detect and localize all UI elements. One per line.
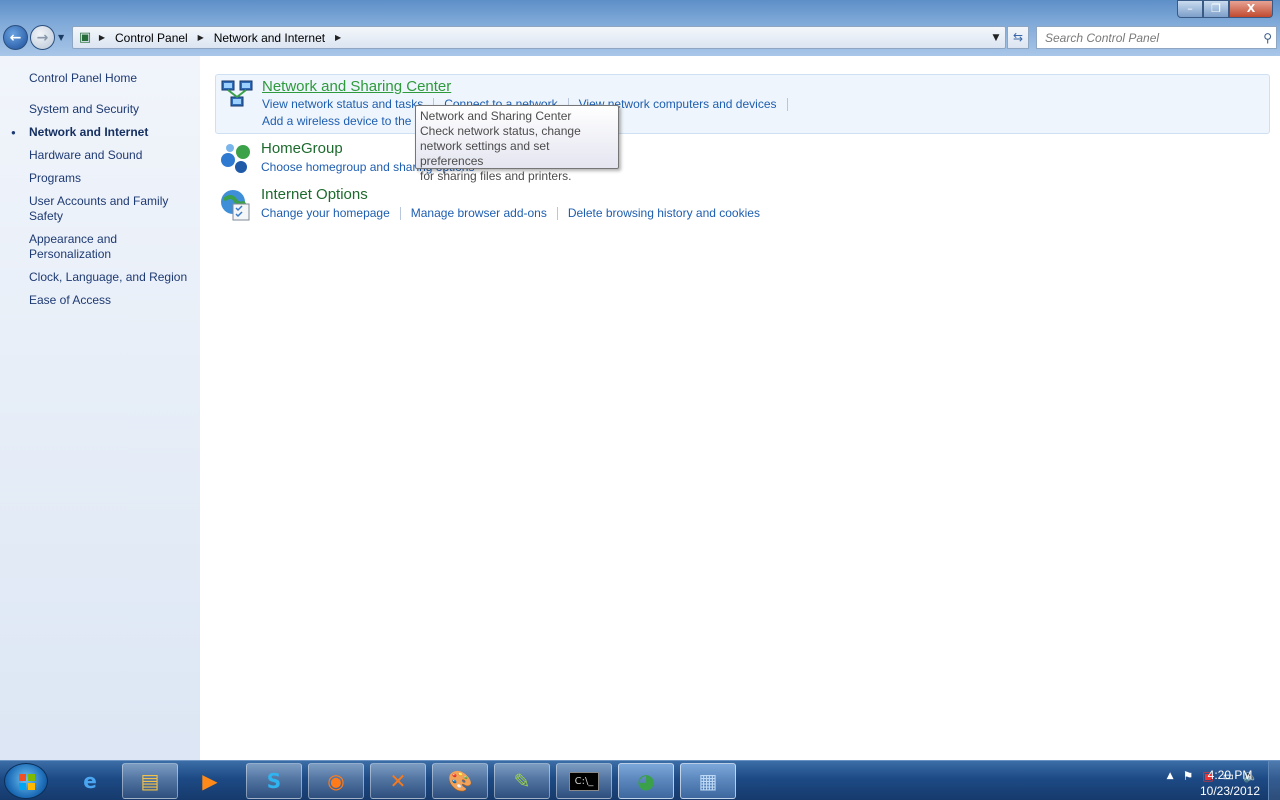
refresh-icon: ⇆ [1012,30,1024,44]
tooltip-title: Network and Sharing Center [420,109,572,123]
paint-icon: 🎨 [447,769,473,793]
sidebar-item-programs[interactable]: Programs [29,171,194,186]
taskbar-firefox[interactable]: ◉ [308,763,364,799]
taskbar-internet-explorer[interactable]: e [62,763,118,799]
taskbar-notepad-plus-plus[interactable]: ✎ [494,763,550,799]
category-network-and-sharing-center[interactable]: Network and Sharing Center View network … [215,74,1270,134]
taskbar-control-panel[interactable]: ▦ [680,763,736,799]
chevron-right-icon[interactable]: ▶ [95,33,109,42]
taskbar-network-app[interactable]: ◕ [618,763,674,799]
notepad-plus-plus-icon: ✎ [513,769,531,793]
minimize-button[interactable]: – [1177,0,1203,18]
clock[interactable]: 4:20 PM 10/23/2012 [1196,767,1264,799]
forward-button[interactable]: → [30,25,55,50]
control-panel-home-link[interactable]: Control Panel Home [29,71,194,85]
taskbar-command-prompt[interactable]: C:\_ [556,763,612,799]
show-hidden-icons-icon[interactable]: ▲ [1167,771,1174,781]
clock-date: 10/23/2012 [1199,784,1261,798]
close-button[interactable]: X [1229,0,1273,18]
back-arrow-icon: ← [9,29,22,46]
sidebar-item-system-and-security[interactable]: System and Security [29,102,194,117]
address-dropdown-icon[interactable]: ▼ [987,33,1005,43]
action-center-flag-icon[interactable]: ⚑ [1183,769,1194,783]
taskbar-skype[interactable]: S [246,763,302,799]
change-homepage-link[interactable]: Change your homepage [261,206,390,220]
chevron-right-icon[interactable]: ▶ [194,33,208,42]
chevron-right-icon[interactable]: ▶ [331,33,345,42]
sidebar-item-appearance[interactable]: Appearance and Personalization [29,232,194,262]
taskbar-windows-explorer[interactable]: ▤ [122,763,178,799]
window-controls: – ❐ X [1177,0,1273,18]
clock-time: 4:20 PM [1207,768,1253,782]
show-desktop-button[interactable] [1268,761,1280,800]
restore-button[interactable]: ❐ [1203,0,1229,18]
tooltip-line: Check network status, change [420,124,581,138]
left-pane: Control Panel Home System and Security N… [0,56,200,760]
forward-arrow-icon: → [36,29,49,46]
search-icon[interactable]: ⚲ [1263,31,1272,45]
taskbar: e ▤ ▶ S ◉ ✕ 🎨 ✎ C:\_ ◕ ▦ ▲ ⚑ ▣ ▭ 🔈 4:20 … [0,760,1280,800]
link-separator [399,207,401,220]
search-input[interactable] [1045,30,1255,45]
homegroup-icon [221,144,250,173]
xampp-icon: ✕ [389,769,407,793]
taskbar-xampp[interactable]: ✕ [370,763,426,799]
refresh-button[interactable]: ⇆ [1007,26,1029,49]
manage-addons-link[interactable]: Manage browser add-ons [411,206,547,220]
internet-options-links: Change your homepage Manage browser add-… [261,206,760,220]
firefox-icon: ◉ [327,769,345,793]
network-app-icon: ◕ [637,769,655,793]
main-content: Network and Sharing Center View network … [200,56,1280,760]
media-player-icon: ▶ [202,769,218,793]
taskbar-paint[interactable]: 🎨 [432,763,488,799]
control-panel-icon: ▣ [78,29,92,45]
command-prompt-icon: C:\_ [568,771,600,791]
sidebar-item-network-and-internet[interactable]: Network and Internet [11,125,194,140]
category-homegroup[interactable]: HomeGroup Choose homegroup and sharing o… [215,140,1270,180]
sidebar-item-hardware-and-sound[interactable]: Hardware and Sound [29,148,194,163]
recent-pages-dropdown-icon[interactable]: ▼ [58,33,64,42]
skype-icon: S [266,769,282,793]
sidebar-item-clock-language-region[interactable]: Clock, Language, and Region [29,270,194,285]
search-box[interactable]: ⚲ [1036,26,1277,49]
breadcrumb-control-panel[interactable]: Control Panel [109,31,194,45]
tooltip: Network and Sharing Center Check network… [415,105,619,183]
network-icon [221,80,253,107]
delete-history-link[interactable]: Delete browsing history and cookies [568,206,760,220]
taskbar-media-player[interactable]: ▶ [182,763,238,799]
title-bar: – ❐ X ← → ▼ ▣ ▶ Control Panel ▶ Network … [0,0,1280,56]
back-button[interactable]: ← [3,25,28,50]
category-internet-options[interactable]: Internet Options Change your homepage Ma… [215,186,1270,226]
link-separator [556,207,558,220]
windows-logo-icon [19,774,35,790]
address-bar[interactable]: ▣ ▶ Control Panel ▶ Network and Internet… [72,26,1006,49]
link-separator [786,98,788,111]
homegroup-title[interactable]: HomeGroup [261,140,343,157]
sidebar-item-user-accounts[interactable]: User Accounts and Family Safety [29,194,194,224]
sidebar-item-ease-of-access[interactable]: Ease of Access [29,293,194,308]
internet-options-icon [221,190,250,221]
view-network-status-link[interactable]: View network status and tasks [262,97,423,111]
internet-explorer-icon: e [83,769,97,793]
start-button[interactable] [4,763,48,799]
tooltip-line: for sharing files and printers. [420,169,572,183]
left-nav: Control Panel Home System and Security N… [11,71,194,316]
tooltip-line: network settings and set preferences [420,139,550,168]
windows-explorer-icon: ▤ [140,769,160,793]
breadcrumb-network-and-internet[interactable]: Network and Internet [208,31,331,45]
internet-options-title[interactable]: Internet Options [261,186,368,203]
control-panel-icon: ▦ [698,769,718,793]
network-sharing-center-title[interactable]: Network and Sharing Center [262,78,451,95]
